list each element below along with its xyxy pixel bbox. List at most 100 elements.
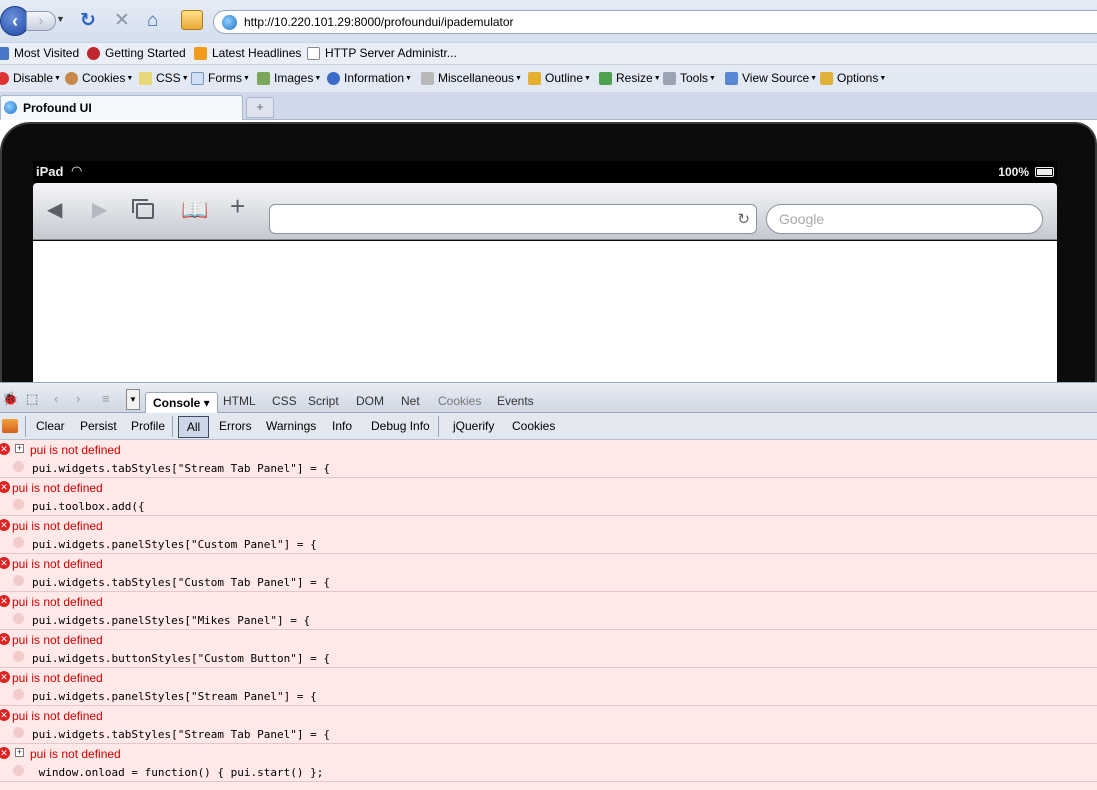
persist-button[interactable]: Persist (80, 419, 117, 433)
safari-search-field[interactable]: Google (766, 204, 1043, 234)
breakpoint-icon[interactable] (13, 689, 24, 700)
wd-resize-menu[interactable]: Resize ▼ (599, 71, 661, 85)
list-item[interactable]: ✕ pui is not defined pui.widgets.panelSt… (0, 516, 1097, 554)
breakpoint-icon[interactable] (13, 499, 24, 510)
tab-html[interactable]: HTML (223, 394, 256, 408)
console-options-dropdown[interactable]: ▼ (126, 389, 140, 410)
error-source-line[interactable]: window.onload = function() { pui.start()… (32, 766, 324, 779)
nav-back-icon[interactable]: ‹ (54, 391, 58, 406)
nav-forward-icon[interactable]: › (76, 391, 80, 406)
filter-debug-info-button[interactable]: Debug Info (371, 419, 430, 433)
error-source-line[interactable]: pui.widgets.tabStyles["Stream Tab Panel"… (32, 728, 330, 741)
list-item[interactable]: ✕ pui is not defined pui.toolbox.add({ (0, 478, 1097, 516)
breakpoint-icon[interactable] (13, 613, 24, 624)
menu-icon[interactable]: ≡ (102, 391, 110, 406)
error-message[interactable]: pui is not defined (12, 671, 103, 685)
tab-events[interactable]: Events (497, 394, 534, 408)
wd-options-menu[interactable]: Options ▼ (820, 71, 886, 85)
safari-pages-icon[interactable] (132, 199, 154, 219)
list-item[interactable]: ✕ + pui is not defined window.onload = f… (0, 744, 1097, 782)
clear-button[interactable]: Clear (36, 419, 65, 433)
safari-back-icon[interactable]: ◀ (47, 199, 62, 221)
inspect-icon[interactable]: ⬚ (26, 391, 38, 407)
jquerify-button[interactable]: jQuerify (453, 419, 494, 433)
wd-tools-menu[interactable]: Tools ▼ (663, 71, 716, 85)
list-item[interactable]: ✕ pui is not defined pui.widgets.tabStyl… (0, 706, 1097, 744)
error-source-line[interactable]: pui.widgets.tabStyles["Stream Tab Panel"… (32, 462, 330, 475)
filter-errors-button[interactable]: Errors (219, 419, 252, 433)
list-item[interactable]: ✕ pui is not defined pui.widgets.panelSt… (0, 668, 1097, 706)
wd-forms-menu[interactable]: Forms ▼ (191, 71, 250, 85)
bookmark-http-server[interactable]: HTTP Server Administr... (307, 46, 457, 60)
ipad-web-content[interactable] (33, 241, 1057, 382)
tab-profound-ui[interactable]: Profound UI (0, 95, 243, 120)
wd-cookies-menu[interactable]: Cookies ▼ (65, 71, 133, 85)
safari-add-icon[interactable]: + (230, 193, 245, 219)
history-dropdown-icon[interactable]: ▼ (56, 14, 65, 24)
breakpoint-icon[interactable] (13, 765, 24, 776)
error-message[interactable]: pui is not defined (12, 595, 103, 609)
reload-icon[interactable]: ↻ (80, 10, 96, 32)
breakpoint-icon[interactable] (13, 727, 24, 738)
error-message[interactable]: pui is not defined (12, 633, 103, 647)
error-message[interactable]: pui is not defined (12, 481, 103, 495)
bookmark-most-visited[interactable]: Most Visited (0, 46, 79, 60)
error-message[interactable]: pui is not defined (30, 443, 121, 457)
tab-script[interactable]: Script (308, 394, 339, 408)
home-icon[interactable]: ⌂ (147, 10, 158, 32)
error-source-line[interactable]: pui.widgets.panelStyles["Stream Panel"] … (32, 690, 317, 703)
firebug-icon[interactable]: 🐞 (2, 391, 18, 407)
cookies-button[interactable]: Cookies (512, 419, 555, 433)
safari-reload-icon[interactable]: ↻ (737, 210, 750, 228)
tab-css[interactable]: CSS (272, 394, 297, 408)
expand-icon[interactable]: + (15, 444, 24, 453)
wd-information-menu[interactable]: Information ▼ (327, 71, 412, 85)
tab-cookies[interactable]: Cookies (438, 394, 481, 408)
list-item[interactable]: ✕ pui is not defined pui.widgets.buttonS… (0, 630, 1097, 668)
filter-info-button[interactable]: Info (332, 419, 352, 433)
wd-disable-menu[interactable]: Disable ▼ (0, 71, 61, 85)
wd-miscellaneous-menu[interactable]: Miscellaneous ▼ (421, 71, 522, 85)
list-item[interactable]: ✕ pui is not defined pui.widgets.tabStyl… (0, 554, 1097, 592)
addon-icon[interactable] (181, 10, 203, 30)
error-source-line[interactable]: pui.widgets.panelStyles["Mikes Panel"] =… (32, 614, 310, 627)
address-bar[interactable]: http://10.220.101.29:8000/profoundui/ipa… (213, 10, 1097, 34)
forward-button[interactable]: › (26, 11, 56, 31)
profile-button[interactable]: Profile (131, 419, 165, 433)
error-source-line[interactable]: pui.toolbox.add({ (32, 500, 145, 513)
bookmark-latest-headlines[interactable]: Latest Headlines (194, 46, 301, 60)
wd-outline-menu[interactable]: Outline ▼ (528, 71, 591, 85)
wd-images-menu[interactable]: Images ▼ (257, 71, 321, 85)
error-message[interactable]: pui is not defined (12, 557, 103, 571)
list-item[interactable]: ✕ pui is not defined pui.widgets.panelSt… (0, 592, 1097, 630)
new-tab-button[interactable]: + (246, 97, 274, 118)
filter-all-button[interactable]: All (178, 416, 209, 438)
filter-warnings-button[interactable]: Warnings (266, 419, 316, 433)
list-item[interactable]: ✕ + pui is not defined pui.widgets.tabSt… (0, 440, 1097, 478)
error-message[interactable]: pui is not defined (30, 747, 121, 761)
safari-bookmarks-icon[interactable]: 📖 (181, 199, 208, 221)
device-name: iPad (36, 164, 64, 179)
error-message[interactable]: pui is not defined (12, 709, 103, 723)
wd-view-source-menu[interactable]: View Source ▼ (725, 71, 817, 85)
wd-css-menu[interactable]: CSS ▼ (139, 71, 189, 85)
url-text[interactable]: http://10.220.101.29:8000/profoundui/ipa… (244, 15, 514, 29)
breakpoint-icon[interactable] (13, 651, 24, 662)
bookmark-getting-started[interactable]: Getting Started (87, 46, 186, 60)
site-identity-icon[interactable] (222, 15, 237, 30)
expand-icon[interactable]: + (15, 748, 24, 757)
breakpoint-icon[interactable] (13, 537, 24, 548)
breakpoint-icon[interactable] (13, 575, 24, 586)
tab-dom[interactable]: DOM (356, 394, 384, 408)
tab-console[interactable]: Console ▾ (145, 392, 218, 414)
error-source-line[interactable]: pui.widgets.buttonStyles["Custom Button"… (32, 652, 330, 665)
break-on-errors-icon[interactable] (2, 419, 18, 433)
tab-net[interactable]: Net (401, 394, 420, 408)
error-source-line[interactable]: pui.widgets.panelStyles["Custom Panel"] … (32, 538, 317, 551)
safari-address-field[interactable]: ↻ (269, 204, 757, 234)
stop-icon[interactable]: ✕ (114, 10, 130, 32)
error-message[interactable]: pui is not defined (12, 519, 103, 533)
safari-forward-icon[interactable]: ▶ (92, 199, 107, 221)
error-source-line[interactable]: pui.widgets.tabStyles["Custom Tab Panel"… (32, 576, 330, 589)
breakpoint-icon[interactable] (13, 461, 24, 472)
